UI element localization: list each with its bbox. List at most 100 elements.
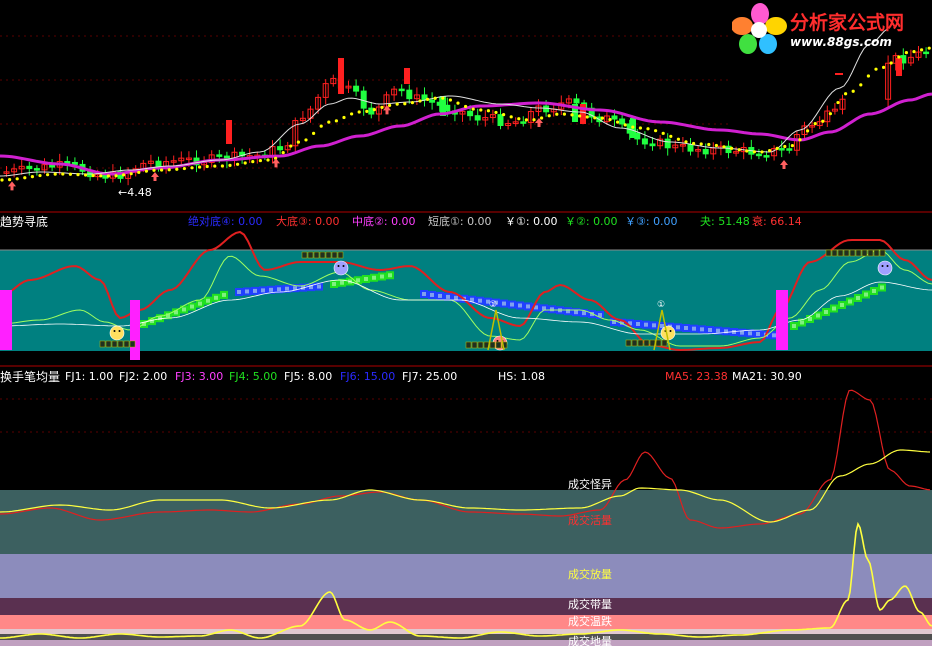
signal-grid-cell (855, 249, 862, 257)
ma-yellow-dot (38, 173, 42, 178)
signal-grid-cell (123, 340, 130, 348)
trend-block-highlight (206, 298, 210, 303)
panel3-legend-item: FJ4: 5.00 (229, 370, 278, 383)
trend-block-highlight (808, 317, 812, 321)
ma-yellow-dot (760, 150, 764, 154)
sad-face-icon-eye (881, 265, 884, 267)
trend-block-highlight (872, 289, 876, 293)
ma-yellow-dot (783, 144, 787, 149)
trend-block-highlight (550, 307, 554, 312)
candle-body (619, 118, 626, 125)
trend-block-highlight (158, 316, 162, 321)
ma-yellow-dot (676, 137, 681, 141)
panel3-legend-item: HS: 1.08 (498, 370, 545, 383)
trend-block-highlight (644, 322, 648, 327)
trend-block-highlight (510, 302, 514, 307)
ma-yellow-dot (395, 102, 399, 106)
trend-block-highlight (880, 285, 884, 290)
ma-yellow-dot (714, 143, 719, 148)
signal-grid-cell (471, 341, 478, 349)
ma-yellow-dot (220, 164, 224, 168)
volume-zone-label: 成交放量 (568, 568, 612, 581)
ma-yellow-dot (768, 148, 772, 153)
ma-yellow-dot (540, 116, 544, 120)
candle-body (755, 153, 762, 157)
panel3-legend-item: FJ7: 25.00 (402, 370, 458, 383)
panel3-legend-item: FJ1: 1.00 (65, 370, 114, 383)
flower-logo-icon (732, 3, 787, 54)
ma-yellow-dot (669, 134, 673, 138)
candle-body (497, 114, 504, 126)
sad-face-icon-eye (886, 265, 889, 267)
trend-block-highlight (676, 325, 680, 330)
ma-yellow-dot (684, 140, 688, 144)
panel3-legend-item: FJ3: 3.00 (175, 370, 224, 383)
candle-body (360, 90, 367, 109)
ma-yellow-dot (426, 97, 430, 101)
signal-grid-cell (489, 341, 496, 349)
ma-yellow-dot (623, 123, 627, 127)
ma-yellow-dot (372, 108, 376, 112)
ma-yellow-dot (646, 127, 650, 131)
ma-yellow-dot (46, 173, 50, 177)
ma-yellow-dot (334, 119, 338, 123)
trend-block-highlight (380, 274, 384, 279)
ma-yellow-dot (205, 164, 209, 169)
candle-body (649, 143, 656, 147)
ma-yellow-dot (790, 143, 795, 148)
circle-mark-1: ① (489, 300, 498, 310)
trend-block-highlight (454, 295, 458, 300)
panel2-legend-item: 衰: 66.14 (752, 215, 802, 228)
ma-yellow-dot (821, 119, 825, 123)
panel2-title: 趋势寻底 (0, 215, 49, 229)
trend-block-highlight (269, 287, 273, 292)
warning-face-icon-eye (496, 340, 499, 342)
ma-yellow-dot (585, 115, 589, 119)
trend-block-highlight (277, 287, 281, 292)
candle-body (406, 89, 413, 100)
sad-face-icon-eye (337, 265, 340, 267)
ma-yellow-dot (61, 172, 65, 176)
ma-yellow-dot (707, 142, 711, 147)
buy-arrow-icon (8, 181, 16, 191)
ma-yellow-dot (859, 83, 863, 87)
ma-yellow-dot (266, 158, 270, 162)
volume-zone-band (0, 598, 932, 615)
panel2-legend-item: ￥①: 0.00 (505, 215, 558, 228)
ma-yellow-dot (327, 120, 331, 124)
candle-body (398, 88, 405, 92)
candle-body-large (226, 120, 232, 144)
ma-yellow-dot (851, 89, 855, 93)
logo: 分析家公式网 www.88gs.com (732, 2, 930, 54)
ma-yellow-dot (828, 112, 833, 116)
signal-grid-cell (99, 340, 106, 348)
ma-yellow-dot (448, 98, 452, 102)
ma-yellow-dot (532, 118, 536, 122)
chart-canvas[interactable] (0, 0, 932, 646)
ma-yellow-dot (129, 172, 133, 176)
candle-body (763, 155, 770, 158)
trend-block-highlight (446, 294, 450, 299)
candle-body (687, 144, 694, 152)
ma-yellow-dot (152, 168, 156, 172)
signal-grid-cell (105, 340, 112, 348)
ma-yellow-dot (616, 120, 620, 124)
ma-yellow-dot (730, 146, 734, 150)
ma-yellow-dot (403, 102, 407, 106)
ma-yellow-dot (502, 112, 506, 117)
ma-yellow-dot (456, 101, 460, 105)
panel2-legend-item: 短底①: 0.00 (428, 215, 492, 228)
trend-block-highlight (340, 280, 344, 285)
smiley-icon-eye (113, 330, 116, 332)
ma-yellow-dot (114, 174, 118, 178)
candle-body (702, 149, 709, 155)
ma-yellow-dot (486, 109, 490, 113)
trend-block-highlight (848, 299, 852, 304)
signal-grid-cell (625, 339, 632, 347)
signal-grid-cell (661, 339, 668, 347)
ma-yellow-dot (296, 140, 300, 144)
trend-block-highlight (502, 301, 506, 306)
smiley-icon-eye (669, 330, 672, 332)
trend-block-highlight (864, 292, 868, 297)
ma-yellow-dot (243, 161, 247, 165)
